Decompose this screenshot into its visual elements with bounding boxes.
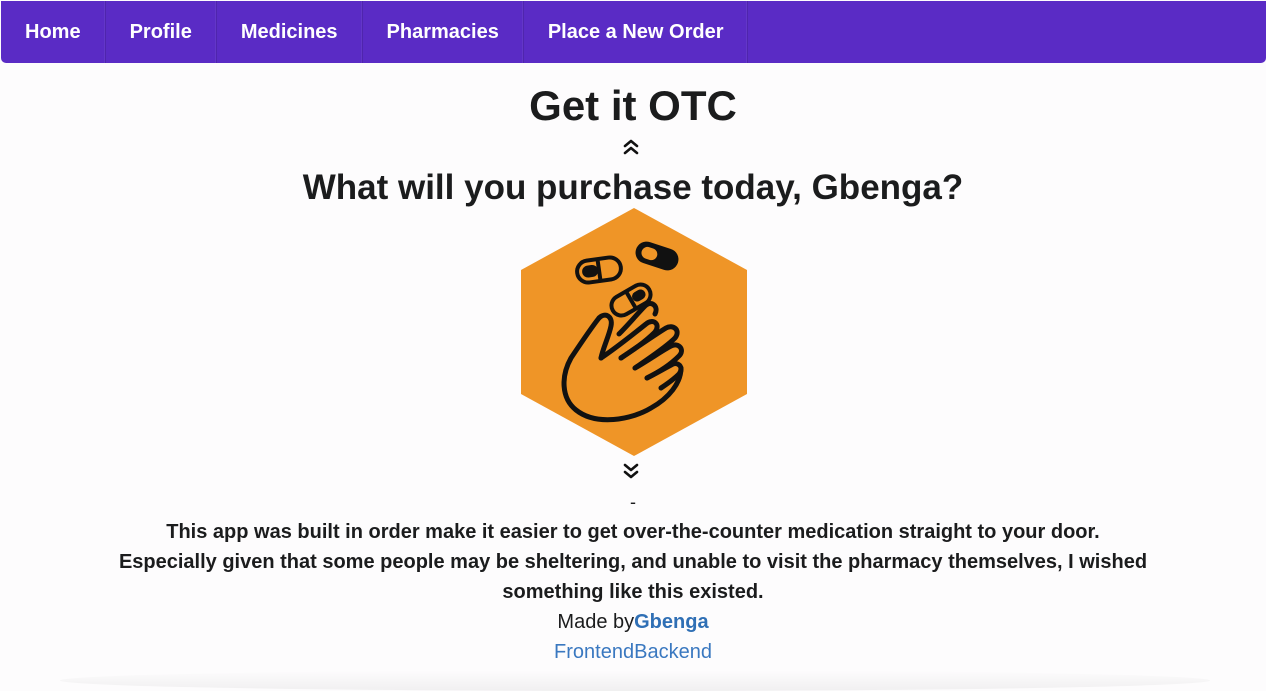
description-line-1: This app was built in order make it easi…: [166, 521, 1100, 543]
bottom-shadow: [60, 670, 1210, 691]
top-navbar: Home Profile Medicines Pharmacies Place …: [1, 1, 1266, 63]
repo-links: FrontendBackend: [0, 637, 1266, 667]
author-link[interactable]: Gbenga: [634, 611, 708, 633]
page: Home Profile Medicines Pharmacies Place …: [0, 0, 1266, 691]
hand-pills-icon: [521, 208, 747, 456]
backend-link[interactable]: Backend: [634, 641, 712, 663]
made-by-credit: Made byGbenga: [0, 607, 1266, 637]
nav-profile[interactable]: Profile: [106, 1, 217, 63]
nav-place-new-order[interactable]: Place a New Order: [524, 1, 749, 63]
nav-home[interactable]: Home: [1, 1, 106, 63]
made-by-prefix: Made by: [557, 611, 635, 633]
app-description: This app was built in order make it easi…: [80, 517, 1186, 607]
nav-pharmacies[interactable]: Pharmacies: [363, 1, 524, 63]
separator: -: [630, 492, 636, 512]
frontend-link[interactable]: Frontend: [554, 641, 634, 663]
nav-medicines[interactable]: Medicines: [217, 1, 363, 63]
double-chevron-up-icon: [623, 139, 639, 155]
page-subtitle: What will you purchase today, Gbenga?: [302, 168, 964, 207]
page-title: Get it OTC: [529, 82, 737, 129]
double-chevron-down-icon: [623, 463, 639, 479]
description-line-2: Especially given that some people may be…: [118, 551, 1148, 603]
